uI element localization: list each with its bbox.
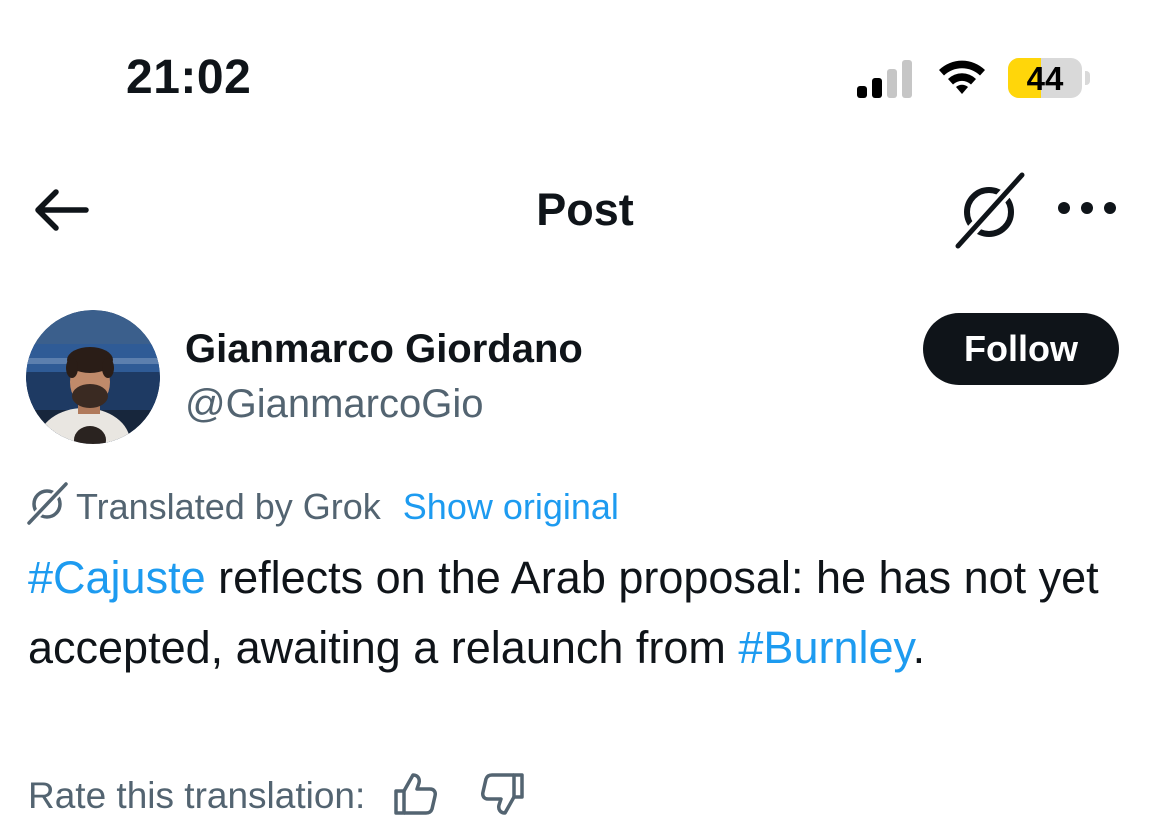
author-handle[interactable]: @GianmarcoGio — [185, 380, 483, 428]
more-horizontal-icon[interactable] — [1054, 190, 1120, 226]
post-body-end: . — [912, 622, 926, 673]
grok-icon[interactable] — [953, 172, 1027, 250]
rate-translation: Rate this translation: — [28, 768, 526, 824]
follow-button[interactable]: Follow — [923, 313, 1119, 385]
translated-by-label: Translated by Grok — [76, 486, 381, 527]
hashtag-burnley[interactable]: #Burnley — [738, 622, 912, 673]
translation-info: Translated by Grok Show original — [26, 481, 619, 531]
author-row: Gianmarco Giordano @GianmarcoGio Follow — [0, 305, 1170, 455]
post-text: #Cajuste reflects on the Arab proposal: … — [28, 543, 1148, 683]
author-name[interactable]: Gianmarco Giordano — [185, 325, 583, 373]
hashtag-cajuste[interactable]: #Cajuste — [28, 552, 206, 603]
nav-bar: Post — [0, 160, 1170, 260]
cellular-signal-icon — [857, 60, 912, 98]
show-original-link[interactable]: Show original — [403, 486, 619, 527]
battery-percent: 44 — [1026, 60, 1064, 97]
status-bar: 21:02 44 — [0, 0, 1170, 140]
thumbs-up-icon[interactable] — [392, 771, 438, 817]
rate-translation-label: Rate this translation: — [28, 775, 366, 816]
status-time: 21:02 — [126, 51, 252, 104]
grok-translate-icon — [26, 481, 70, 525]
wifi-icon — [939, 60, 985, 94]
avatar[interactable] — [26, 310, 160, 444]
battery-icon: 44 — [1008, 58, 1092, 100]
thumbs-down-icon[interactable] — [480, 771, 526, 817]
